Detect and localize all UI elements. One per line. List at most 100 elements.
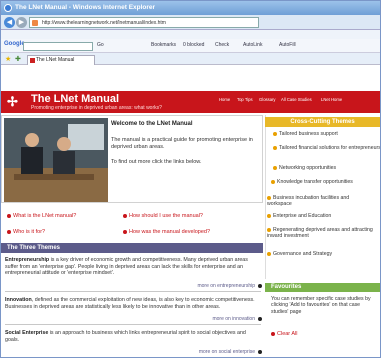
address-bar[interactable]: http://www.thelearningnetwork.net/lnetma… <box>29 17 259 28</box>
bullet-icon <box>123 229 127 234</box>
link-who-is-it-for[interactable]: Who is it for? <box>7 229 45 235</box>
toolbar-blocked[interactable]: 0 blocked <box>183 42 204 48</box>
ct-item-business-support[interactable]: Tailored business support <box>273 131 380 137</box>
bullet-icon <box>7 213 11 218</box>
bullet-icon <box>267 213 271 218</box>
site-tagline: Promoting enterprise in deprived urban a… <box>31 105 162 111</box>
bullet-icon <box>267 195 271 200</box>
ct-label: Enterprise and Education <box>273 213 332 219</box>
nav-lnet-home[interactable]: LNet Home <box>321 97 342 102</box>
theme-social-enterprise: Social Enterprise is an approach to busi… <box>5 330 261 343</box>
link-label: How was the manual developed? <box>129 229 211 235</box>
arrow-dot-icon <box>258 349 262 354</box>
bullet-icon <box>267 227 271 232</box>
bullet-icon <box>7 229 11 234</box>
window-title: The LNet Manual - Windows Internet Explo… <box>15 4 156 11</box>
arrow-dot-icon <box>258 316 262 321</box>
nav-all-case-studies[interactable]: All Case Studies <box>281 97 312 102</box>
google-toolbar: Google Go Bookmarks 0 blocked Check Auto… <box>1 39 380 53</box>
clear-all-link[interactable]: Clear All <box>271 331 297 337</box>
welcome-instruction: To find out more click the links below. <box>111 159 202 165</box>
theme-name: Innovation <box>5 297 32 303</box>
theme-name: Entrepreneurship <box>5 257 50 263</box>
title-bar: The LNet Manual - Windows Internet Explo… <box>1 1 380 15</box>
divider <box>5 291 261 292</box>
lnet-logo-icon: ✢ <box>7 94 18 109</box>
forward-icon[interactable]: ▶ <box>16 17 27 28</box>
clear-all-label: Clear All <box>277 331 298 337</box>
ct-label: Governance and Strategy <box>273 251 333 257</box>
address-row: ◀ ▶ http://www.thelearningnetwork.net/ln… <box>1 15 380 30</box>
ct-label: Regenerating deprived areas and attracti… <box>267 227 373 240</box>
toolbar-go[interactable]: Go <box>97 42 104 48</box>
nav-top-tips[interactable]: Top Tips <box>237 97 253 102</box>
theme-name: Social Enterprise <box>5 330 49 336</box>
toolbar-autofill[interactable]: AutoFill <box>279 42 296 48</box>
tab-favicon-icon <box>30 58 35 63</box>
favicon-icon <box>32 20 38 26</box>
more-entrepreneurship-link[interactable]: more on entrepreneurship <box>197 283 262 289</box>
link-how-to-use[interactable]: How should I use the manual? <box>123 213 203 219</box>
welcome-photo <box>4 118 108 202</box>
nav-home[interactable]: Home <box>219 97 230 102</box>
link-label: What is the LNet manual? <box>13 213 77 219</box>
theme-text: , defined as the commercial exploitation… <box>5 297 255 310</box>
ie-logo-icon <box>4 4 12 12</box>
link-what-is-manual[interactable]: What is the LNet manual? <box>7 213 76 219</box>
bullet-icon <box>273 165 277 170</box>
ct-item-enterprise-education[interactable]: Enterprise and Education <box>267 213 375 219</box>
link-label: Who is it for? <box>13 229 46 235</box>
tab-label: The LNet Manual <box>36 57 75 63</box>
ct-label: Tailored business support <box>279 131 338 137</box>
add-favorite-icon[interactable]: ✚ <box>15 55 21 63</box>
site-title: The LNet Manual <box>31 93 120 105</box>
three-themes-heading: The Three Themes <box>1 243 263 253</box>
address-text: http://www.thelearningnetwork.net/lnetma… <box>42 20 166 26</box>
arrow-dot-icon <box>258 283 262 288</box>
welcome-heading: Welcome to the LNet Manual <box>111 121 193 127</box>
nav-glossary[interactable]: Glossary <box>259 97 276 102</box>
ct-item-incubation[interactable]: Business incubation facilities and works… <box>267 195 375 208</box>
favourites-text: You can remember specific case studies b… <box>271 296 371 315</box>
favorites-star-icon[interactable]: ★ <box>5 55 11 63</box>
cross-cutting-heading: Cross-Cutting Themes <box>265 117 380 127</box>
menu-row <box>1 30 380 39</box>
bullet-icon <box>271 179 275 184</box>
favourites-heading: Favourites <box>265 283 380 292</box>
bullet-icon <box>273 145 277 150</box>
bullet-icon <box>267 251 271 256</box>
theme-innovation: Innovation, defined as the commercial ex… <box>5 297 261 310</box>
bullet-icon <box>123 213 127 218</box>
welcome-intro: The manual is a practical guide for prom… <box>111 137 253 150</box>
ct-item-knowledge-transfer[interactable]: Knowledge transfer opportunities <box>271 179 379 185</box>
meeting-photo <box>4 118 108 202</box>
browser-window: The LNet Manual - Windows Internet Explo… <box>0 0 381 358</box>
toolbar-bookmarks[interactable]: Bookmarks <box>151 42 176 48</box>
ct-label: Networking opportunities <box>279 165 337 171</box>
tab-lnet-manual[interactable]: The LNet Manual <box>27 55 95 65</box>
bullet-icon <box>273 131 277 136</box>
bullet-icon <box>271 331 275 336</box>
google-search-input[interactable] <box>23 42 93 51</box>
ct-item-financial-solutions[interactable]: Tailored financial solutions for entrepr… <box>273 145 381 151</box>
back-icon[interactable]: ◀ <box>4 17 15 28</box>
link-label: How should I use the manual? <box>129 213 203 219</box>
more-social-enterprise-link[interactable]: more on social enterprise <box>199 349 262 355</box>
google-label: Google <box>4 41 25 47</box>
more-label: more on entrepreneurship <box>197 283 255 289</box>
more-innovation-link[interactable]: more on innovation <box>212 316 262 322</box>
ct-item-networking[interactable]: Networking opportunities <box>273 165 380 171</box>
ct-label: Knowledge transfer opportunities <box>277 179 353 185</box>
toolbar-autolink[interactable]: AutoLink <box>243 42 262 48</box>
link-how-developed[interactable]: How was the manual developed? <box>123 229 210 235</box>
ct-item-governance[interactable]: Governance and Strategy <box>267 251 375 257</box>
tab-row: ★ ✚ The LNet Manual <box>1 53 380 65</box>
theme-entrepreneurship: Entrepreneurship is a key driver of econ… <box>5 257 261 277</box>
toolbar-check[interactable]: Check <box>215 42 229 48</box>
ct-label: Business incubation facilities and works… <box>267 195 350 208</box>
ct-item-regenerating[interactable]: Regenerating deprived areas and attracti… <box>267 227 375 240</box>
divider <box>5 324 261 325</box>
more-label: more on innovation <box>212 316 255 322</box>
ct-label: Tailored financial solutions for entrepr… <box>279 145 381 151</box>
more-label: more on social enterprise <box>198 349 255 355</box>
